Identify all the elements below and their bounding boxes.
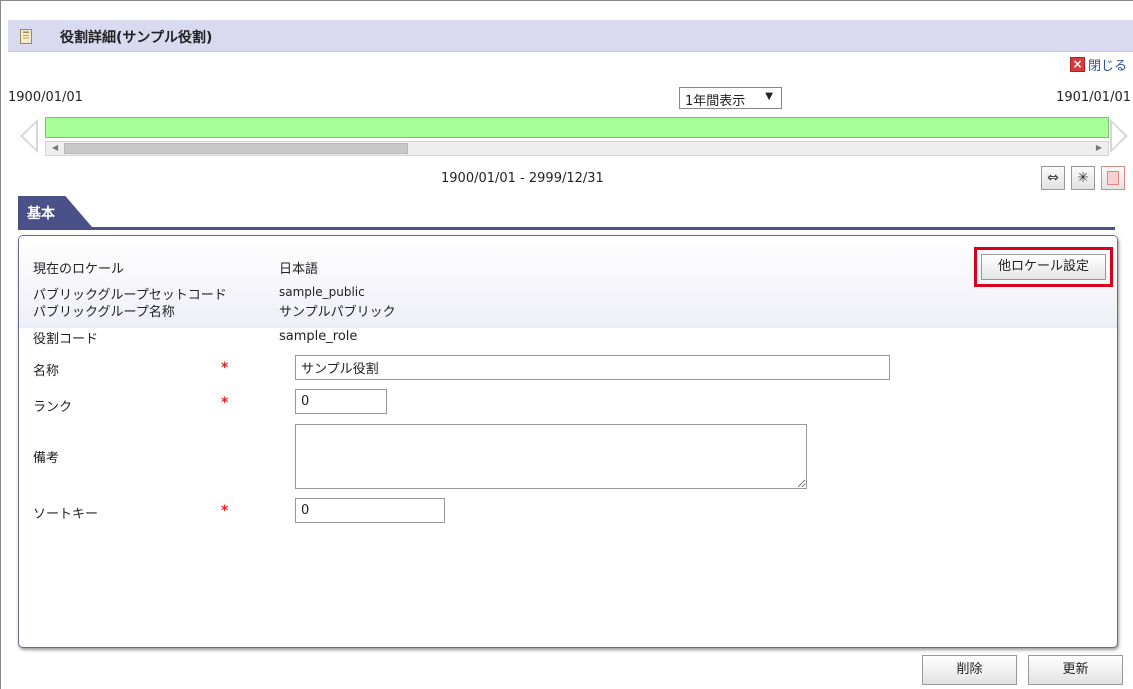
valid-date-range: 1900/01/01 - 2999/12/31 [441, 171, 604, 186]
scroll-left-icon[interactable]: ◀ [52, 143, 58, 152]
close-x-icon: × [1069, 57, 1085, 72]
panel-readonly-section [19, 236, 1117, 328]
highlight-frame: 他ロケール設定 [974, 247, 1113, 287]
role-code-value: sample_role [279, 329, 358, 344]
timeline-period-bar[interactable] [45, 117, 1109, 138]
page-title: 役割詳細(サンプル役割) [60, 30, 213, 46]
sort-key-label: ソートキー [33, 507, 99, 522]
current-locale-label: 現在のロケール [33, 262, 125, 277]
fit-width-icon: ⇔ [1047, 170, 1059, 186]
document-icon [20, 29, 32, 44]
tab-basic[interactable]: 基本 [18, 196, 92, 227]
required-mark: * [221, 503, 229, 519]
other-locale-settings-button[interactable]: 他ロケール設定 [981, 254, 1106, 280]
current-locale-value: 日本語 [279, 262, 319, 277]
name-field[interactable] [295, 355, 890, 380]
timeline-start-date: 1900/01/01 [8, 90, 83, 105]
rank-label: ランク [33, 400, 73, 415]
required-mark: * [221, 395, 229, 411]
title-bar: 役割詳細(サンプル役割) [8, 20, 1133, 52]
rank-field[interactable] [295, 389, 387, 414]
delete-version-button[interactable] [1101, 166, 1125, 190]
name-label: 名称 [33, 364, 60, 379]
scroll-right-icon[interactable]: ▶ [1096, 143, 1102, 152]
timeline-end-date: 1901/01/01 [1056, 90, 1131, 105]
timeline-scrollbar[interactable]: ◀ ▶ [45, 141, 1109, 156]
timeline-scroll-thumb[interactable] [64, 143, 408, 154]
fit-width-button[interactable]: ⇔ [1041, 166, 1065, 190]
remarks-field[interactable] [295, 424, 807, 489]
sparkle-icon: ✳ [1077, 170, 1089, 186]
close-link[interactable]: × 閉じる [1069, 55, 1127, 74]
chevron-down-icon: ▼ [765, 91, 773, 102]
close-label: 閉じる [1087, 59, 1127, 74]
public-group-set-code-value: sample_public [279, 285, 365, 299]
required-mark: * [221, 360, 229, 376]
sort-key-field[interactable] [295, 498, 445, 523]
tab-bar: 基本 [18, 196, 1133, 230]
detail-panel: 現在のロケール 日本語 他ロケール設定 パブリックグループセットコード samp… [18, 235, 1118, 648]
period-select-value: 1年間表示 [685, 94, 746, 109]
timeline-prev-arrow-icon[interactable] [20, 119, 38, 153]
remarks-label: 備考 [33, 451, 60, 466]
public-group-name-value: サンプルパブリック [279, 305, 396, 320]
update-button[interactable]: 更新 [1028, 655, 1123, 685]
period-select[interactable]: 1年間表示 ▼ [679, 87, 782, 109]
delete-icon [1107, 171, 1119, 185]
role-code-label: 役割コード [33, 332, 99, 347]
delete-button[interactable]: 削除 [922, 655, 1017, 685]
timeline-next-arrow-icon[interactable] [1110, 119, 1128, 153]
public-group-name-label: パブリックグループ名称 [33, 305, 175, 320]
tab-underline [18, 227, 1115, 230]
new-version-button[interactable]: ✳ [1071, 166, 1095, 190]
